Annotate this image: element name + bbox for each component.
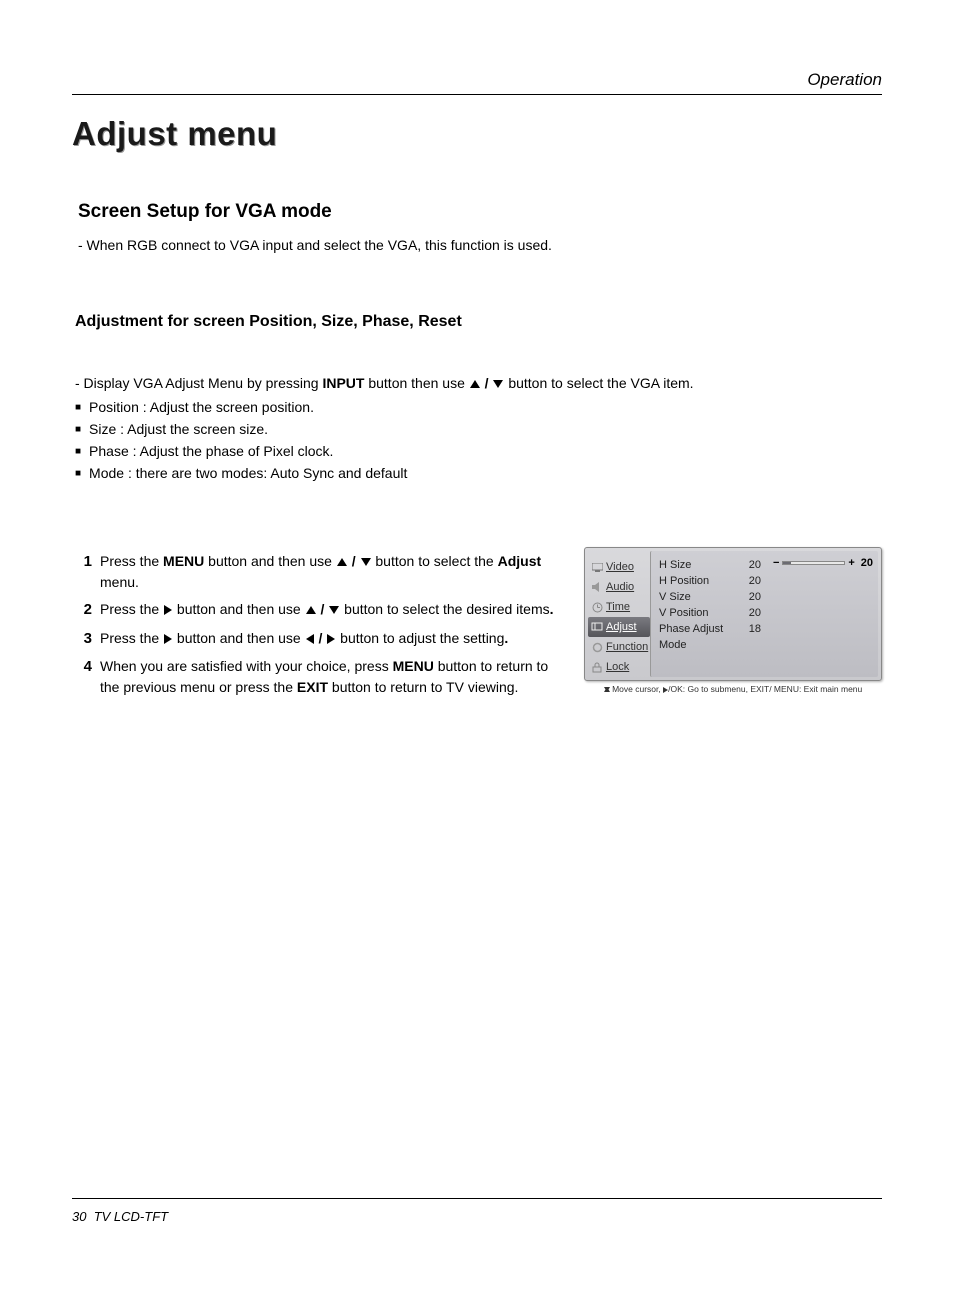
osd-hint: Move cursor, /OK: Go to submenu, EXIT/ M… <box>584 684 882 694</box>
lock-icon <box>591 661 603 673</box>
osd-param-row[interactable]: Mode <box>659 637 767 653</box>
top-rule <box>72 94 882 95</box>
bullet-list: Position : Adjust the screen position. S… <box>75 399 882 481</box>
osd-tab-audio[interactable]: Audio <box>588 577 650 597</box>
triangle-down-icon <box>329 606 339 614</box>
footer-label: TV LCD-TFT <box>94 1209 168 1224</box>
osd-menu: Video Audio Time Adjust Function <box>584 547 882 694</box>
step: 1 Press the MENU button and then use / b… <box>72 551 564 593</box>
osd-param-row[interactable]: H Position20 <box>659 573 767 589</box>
list-item: Phase : Adjust the phase of Pixel clock. <box>75 443 882 459</box>
osd-tab-function[interactable]: Function <box>588 637 650 657</box>
osd-tab-time[interactable]: Time <box>588 597 650 617</box>
triangle-right-icon <box>164 605 172 615</box>
step: 2 Press the button and then use / button… <box>72 599 564 622</box>
osd-param-row[interactable]: V Position20 <box>659 605 767 621</box>
list-item: Position : Adjust the screen position. <box>75 399 882 415</box>
section-title: Screen Setup for VGA mode <box>78 201 882 223</box>
video-icon <box>591 561 603 573</box>
triangle-up-icon <box>306 606 316 614</box>
osd-param-row[interactable]: Phase Adjust18 <box>659 621 767 637</box>
triangle-down-icon <box>361 558 371 566</box>
osd-param-row[interactable]: V Size20 <box>659 589 767 605</box>
osd-tab-lock[interactable]: Lock <box>588 657 650 677</box>
audio-icon <box>591 581 603 593</box>
function-icon <box>591 641 603 653</box>
list-item: Size : Adjust the screen size. <box>75 421 882 437</box>
bullet-intro: - Display VGA Adjust Menu by pressing IN… <box>75 375 882 391</box>
clock-icon <box>591 601 603 613</box>
footer-rule <box>72 1198 882 1199</box>
osd-params: H Size20 H Position20 V Size20 V Positio… <box>650 551 878 677</box>
slider-minus: − <box>773 557 779 569</box>
steps-list: 1 Press the MENU button and then use / b… <box>72 551 564 704</box>
page-footer: 30 TV LCD-TFT <box>72 1198 882 1224</box>
triangle-down-icon <box>493 380 503 388</box>
subsection-title: Adjustment for screen Position, Size, Ph… <box>75 313 882 331</box>
triangle-left-icon <box>306 634 314 644</box>
list-item: Mode : there are two modes: Auto Sync an… <box>75 465 882 481</box>
osd-tab-adjust[interactable]: Adjust <box>588 617 650 637</box>
slider-plus: + <box>848 557 854 569</box>
osd-tab-video[interactable]: Video <box>588 557 650 577</box>
triangle-right-icon <box>327 634 335 644</box>
triangle-up-icon <box>337 558 347 566</box>
step: 3 Press the button and then use / button… <box>72 628 564 651</box>
triangle-right-icon <box>164 634 172 644</box>
osd-param-row[interactable]: H Size20 <box>659 557 767 573</box>
step: 4 When you are satisfied with your choic… <box>72 656 564 698</box>
slider-value: 20 <box>861 557 873 569</box>
osd-sidebar: Video Audio Time Adjust Function <box>588 551 650 677</box>
slider-track[interactable] <box>782 561 845 565</box>
section-label: Operation <box>72 70 882 90</box>
adjust-icon <box>591 621 603 633</box>
triangle-up-icon <box>470 380 480 388</box>
section-description: - When RGB connect to VGA input and sele… <box>78 237 882 253</box>
osd-slider[interactable]: − + 20 <box>773 557 873 569</box>
page-title: Adjust menu <box>72 115 882 153</box>
page-number: 30 <box>72 1209 86 1224</box>
